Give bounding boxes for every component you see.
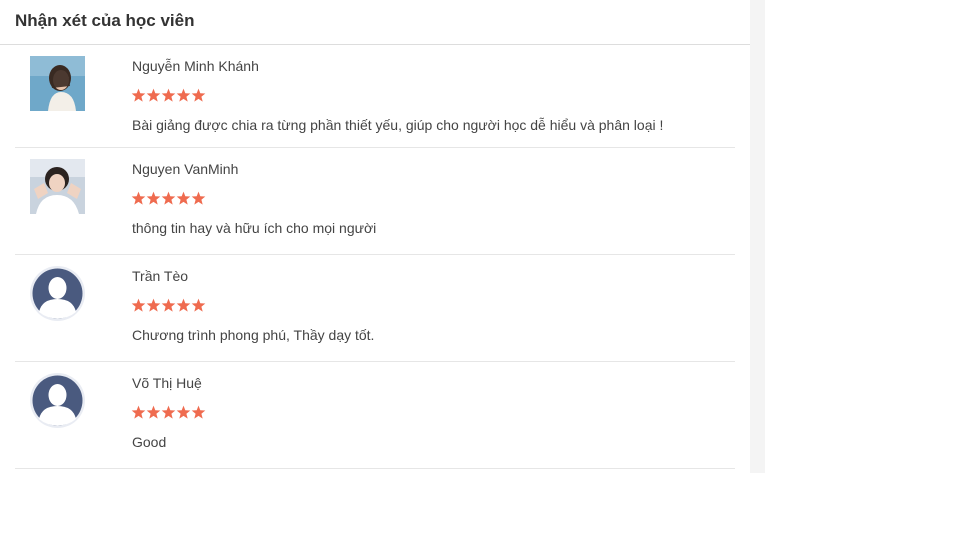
star-icon <box>131 405 146 420</box>
section-title: Nhận xét của học viên <box>15 11 195 30</box>
reviewer-avatar-photo <box>30 159 85 214</box>
reviewer-name: Nguyen VanMinh <box>132 161 239 177</box>
default-user-icon <box>30 266 85 321</box>
rating-stars <box>131 298 206 316</box>
star-icon <box>146 298 161 313</box>
star-icon <box>161 191 176 206</box>
reviewer-name: Nguyễn Minh Khánh <box>132 58 259 74</box>
rating-stars <box>131 88 206 106</box>
review-comment: Chương trình phong phú, Thầy dạy tốt. <box>132 327 375 343</box>
sidebar-background <box>750 0 765 473</box>
star-icon <box>191 405 206 420</box>
star-icon <box>161 405 176 420</box>
reviewer-name: Võ Thị Huệ <box>132 375 202 391</box>
star-icon <box>191 298 206 313</box>
reviewer-avatar-photo <box>30 56 85 111</box>
review-item: Võ Thị Huệ Good <box>15 362 735 469</box>
review-list: Nguyễn Minh Khánh Bài giảng được chia ra… <box>15 45 735 469</box>
star-icon <box>161 298 176 313</box>
star-icon <box>176 298 191 313</box>
rating-stars <box>131 405 206 423</box>
reviewer-name: Trần Tèo <box>132 268 189 284</box>
rating-stars <box>131 191 206 209</box>
review-item: Nguyen VanMinh thông tin hay và hữu ích … <box>15 148 735 255</box>
star-icon <box>176 191 191 206</box>
star-icon <box>176 405 191 420</box>
star-icon <box>146 191 161 206</box>
review-item: Nguyễn Minh Khánh Bài giảng được chia ra… <box>15 45 735 148</box>
review-comment: thông tin hay và hữu ích cho mọi người <box>132 220 377 236</box>
star-icon <box>131 191 146 206</box>
star-icon <box>191 88 206 103</box>
star-icon <box>131 298 146 313</box>
star-icon <box>146 405 161 420</box>
review-item: Trần Tèo Chương trình phong phú, Thầy dạ… <box>15 255 735 362</box>
star-icon <box>146 88 161 103</box>
star-icon <box>191 191 206 206</box>
star-icon <box>176 88 191 103</box>
star-icon <box>131 88 146 103</box>
reviews-panel: Nhận xét của học viên Nguyễn Minh Khánh … <box>0 0 750 473</box>
default-user-icon <box>30 373 85 428</box>
star-icon <box>161 88 176 103</box>
review-comment: Good <box>132 434 167 450</box>
panel-header: Nhận xét của học viên <box>0 0 750 45</box>
review-comment: Bài giảng được chia ra từng phần thiết y… <box>132 117 664 133</box>
